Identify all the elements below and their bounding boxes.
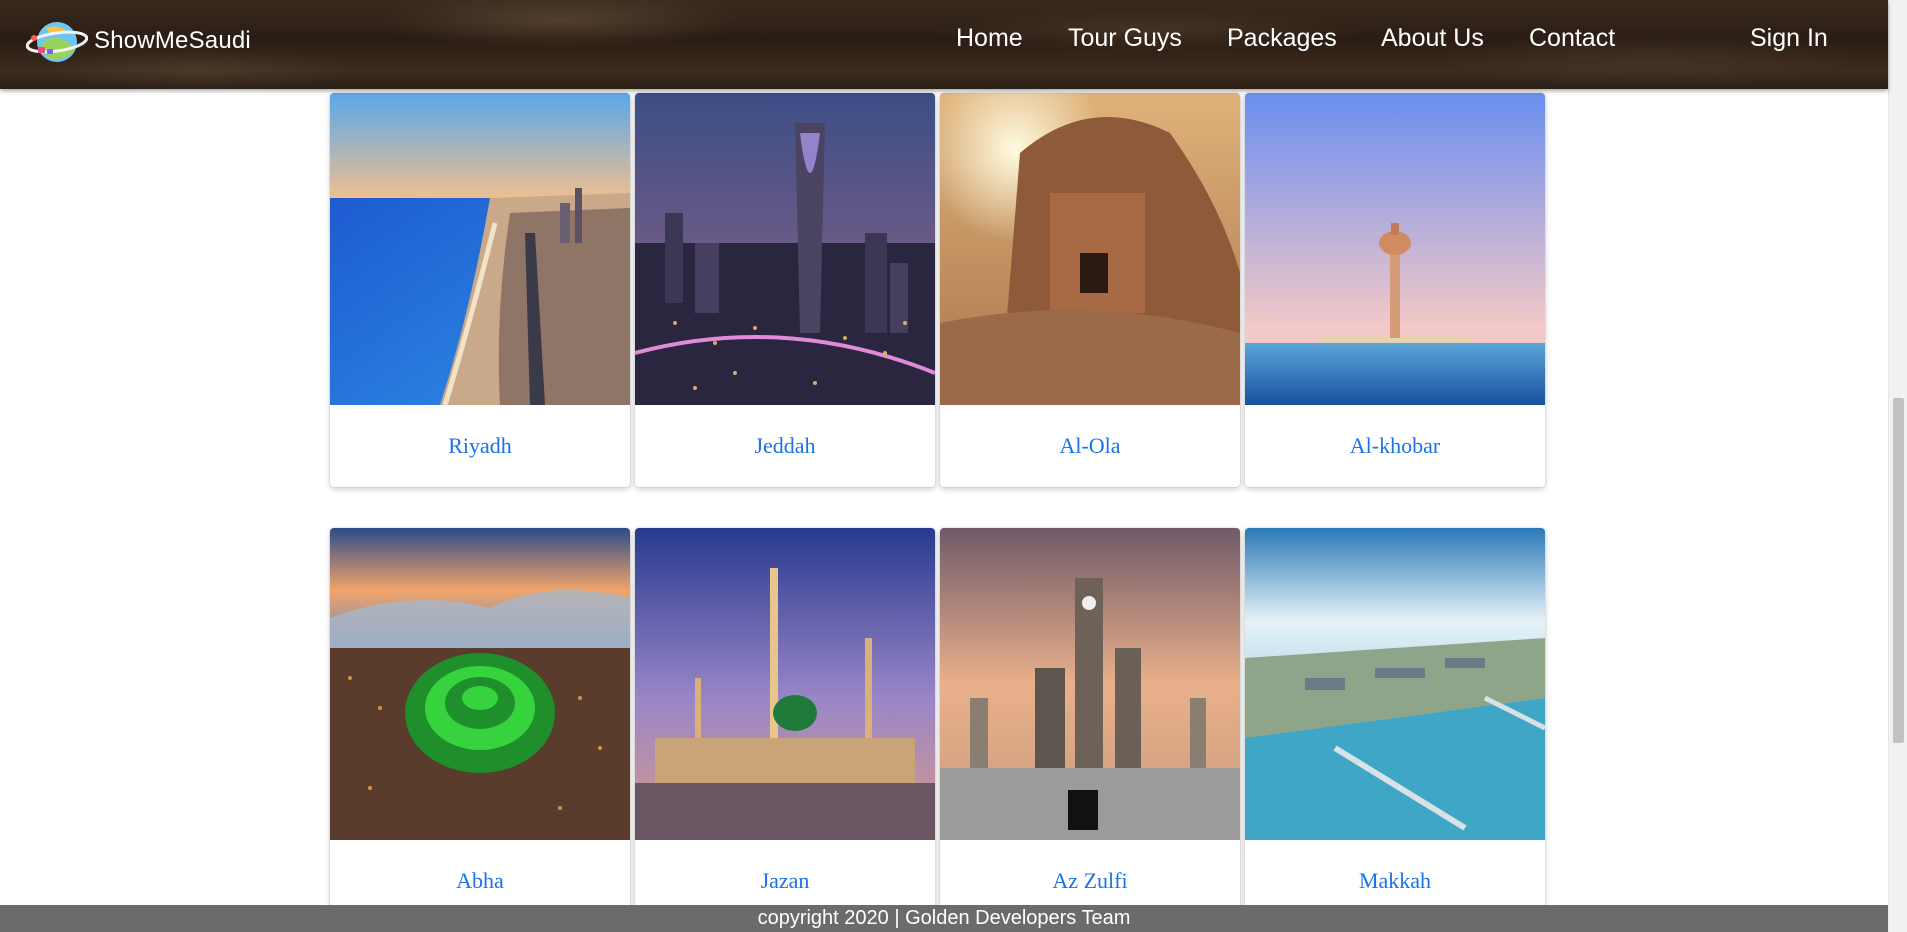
nav-about-us-link[interactable]: About Us bbox=[1381, 24, 1484, 53]
city-image-jeddah bbox=[635, 93, 935, 405]
city-image-jazan bbox=[635, 528, 935, 840]
city-card-makkah[interactable]: Makkah bbox=[1245, 528, 1545, 922]
brand-logo-link[interactable]: ShowMeSaudi bbox=[26, 16, 251, 66]
scrollbar-thumb[interactable] bbox=[1893, 398, 1904, 743]
city-label: Al-Ola bbox=[1059, 433, 1121, 458]
city-image-makkah bbox=[1245, 528, 1545, 840]
footer-copyright: copyright 2020 | Golden Developers Team bbox=[0, 905, 1888, 932]
city-card-abha[interactable]: Abha bbox=[330, 528, 630, 922]
sign-in-link[interactable]: Sign In bbox=[1750, 24, 1828, 53]
nav-home-link[interactable]: Home bbox=[956, 24, 1023, 53]
city-card-al-khobar[interactable]: Al-khobar bbox=[1245, 93, 1545, 487]
city-label: Al-khobar bbox=[1349, 433, 1441, 458]
city-label: Riyadh bbox=[448, 433, 512, 458]
brand-name: ShowMeSaudi bbox=[94, 27, 251, 54]
nav-packages-link[interactable]: Packages bbox=[1227, 24, 1337, 53]
nav-tour-guys-link[interactable]: Tour Guys bbox=[1068, 24, 1182, 53]
city-image-abha bbox=[330, 528, 630, 840]
city-image-al-ola bbox=[940, 93, 1240, 405]
city-card-jeddah[interactable]: Jeddah bbox=[635, 93, 935, 487]
city-image-az-zulfi bbox=[940, 528, 1240, 840]
globe-logo-icon bbox=[26, 22, 88, 62]
city-image-al-khobar bbox=[1245, 93, 1545, 405]
city-card-riyadh[interactable]: Riyadh bbox=[330, 93, 630, 487]
city-card-az-zulfi[interactable]: Az Zulfi bbox=[940, 528, 1240, 922]
city-card-al-ola[interactable]: Al-Ola bbox=[940, 93, 1240, 487]
site-header: ShowMeSaudi Home Tour Guys Packages Abou… bbox=[0, 0, 1888, 89]
city-label: Jeddah bbox=[754, 433, 816, 458]
page-scrollbar[interactable] bbox=[1888, 0, 1907, 932]
city-image-riyadh bbox=[330, 93, 630, 405]
city-card-jazan[interactable]: Jazan bbox=[635, 528, 935, 922]
nav-contact-link[interactable]: Contact bbox=[1529, 24, 1615, 53]
